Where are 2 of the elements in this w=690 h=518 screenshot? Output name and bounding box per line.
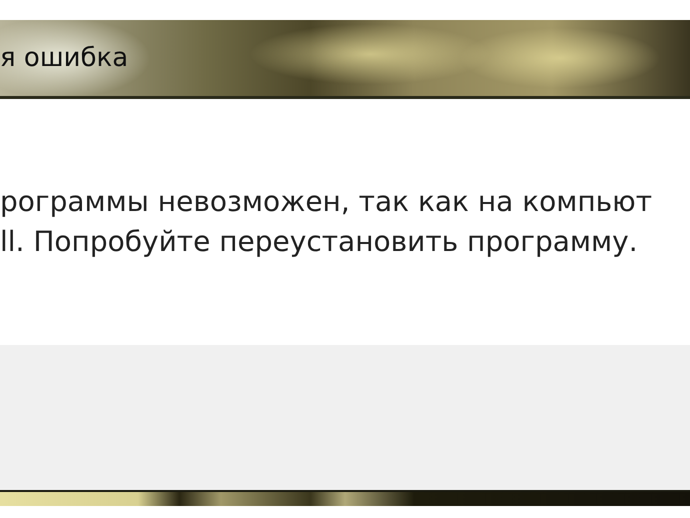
- window-title: я ошибка: [0, 43, 128, 73]
- error-message: рограммы невозможен, так как на компьют ll. Попробуйте переустановить программу.: [0, 184, 652, 260]
